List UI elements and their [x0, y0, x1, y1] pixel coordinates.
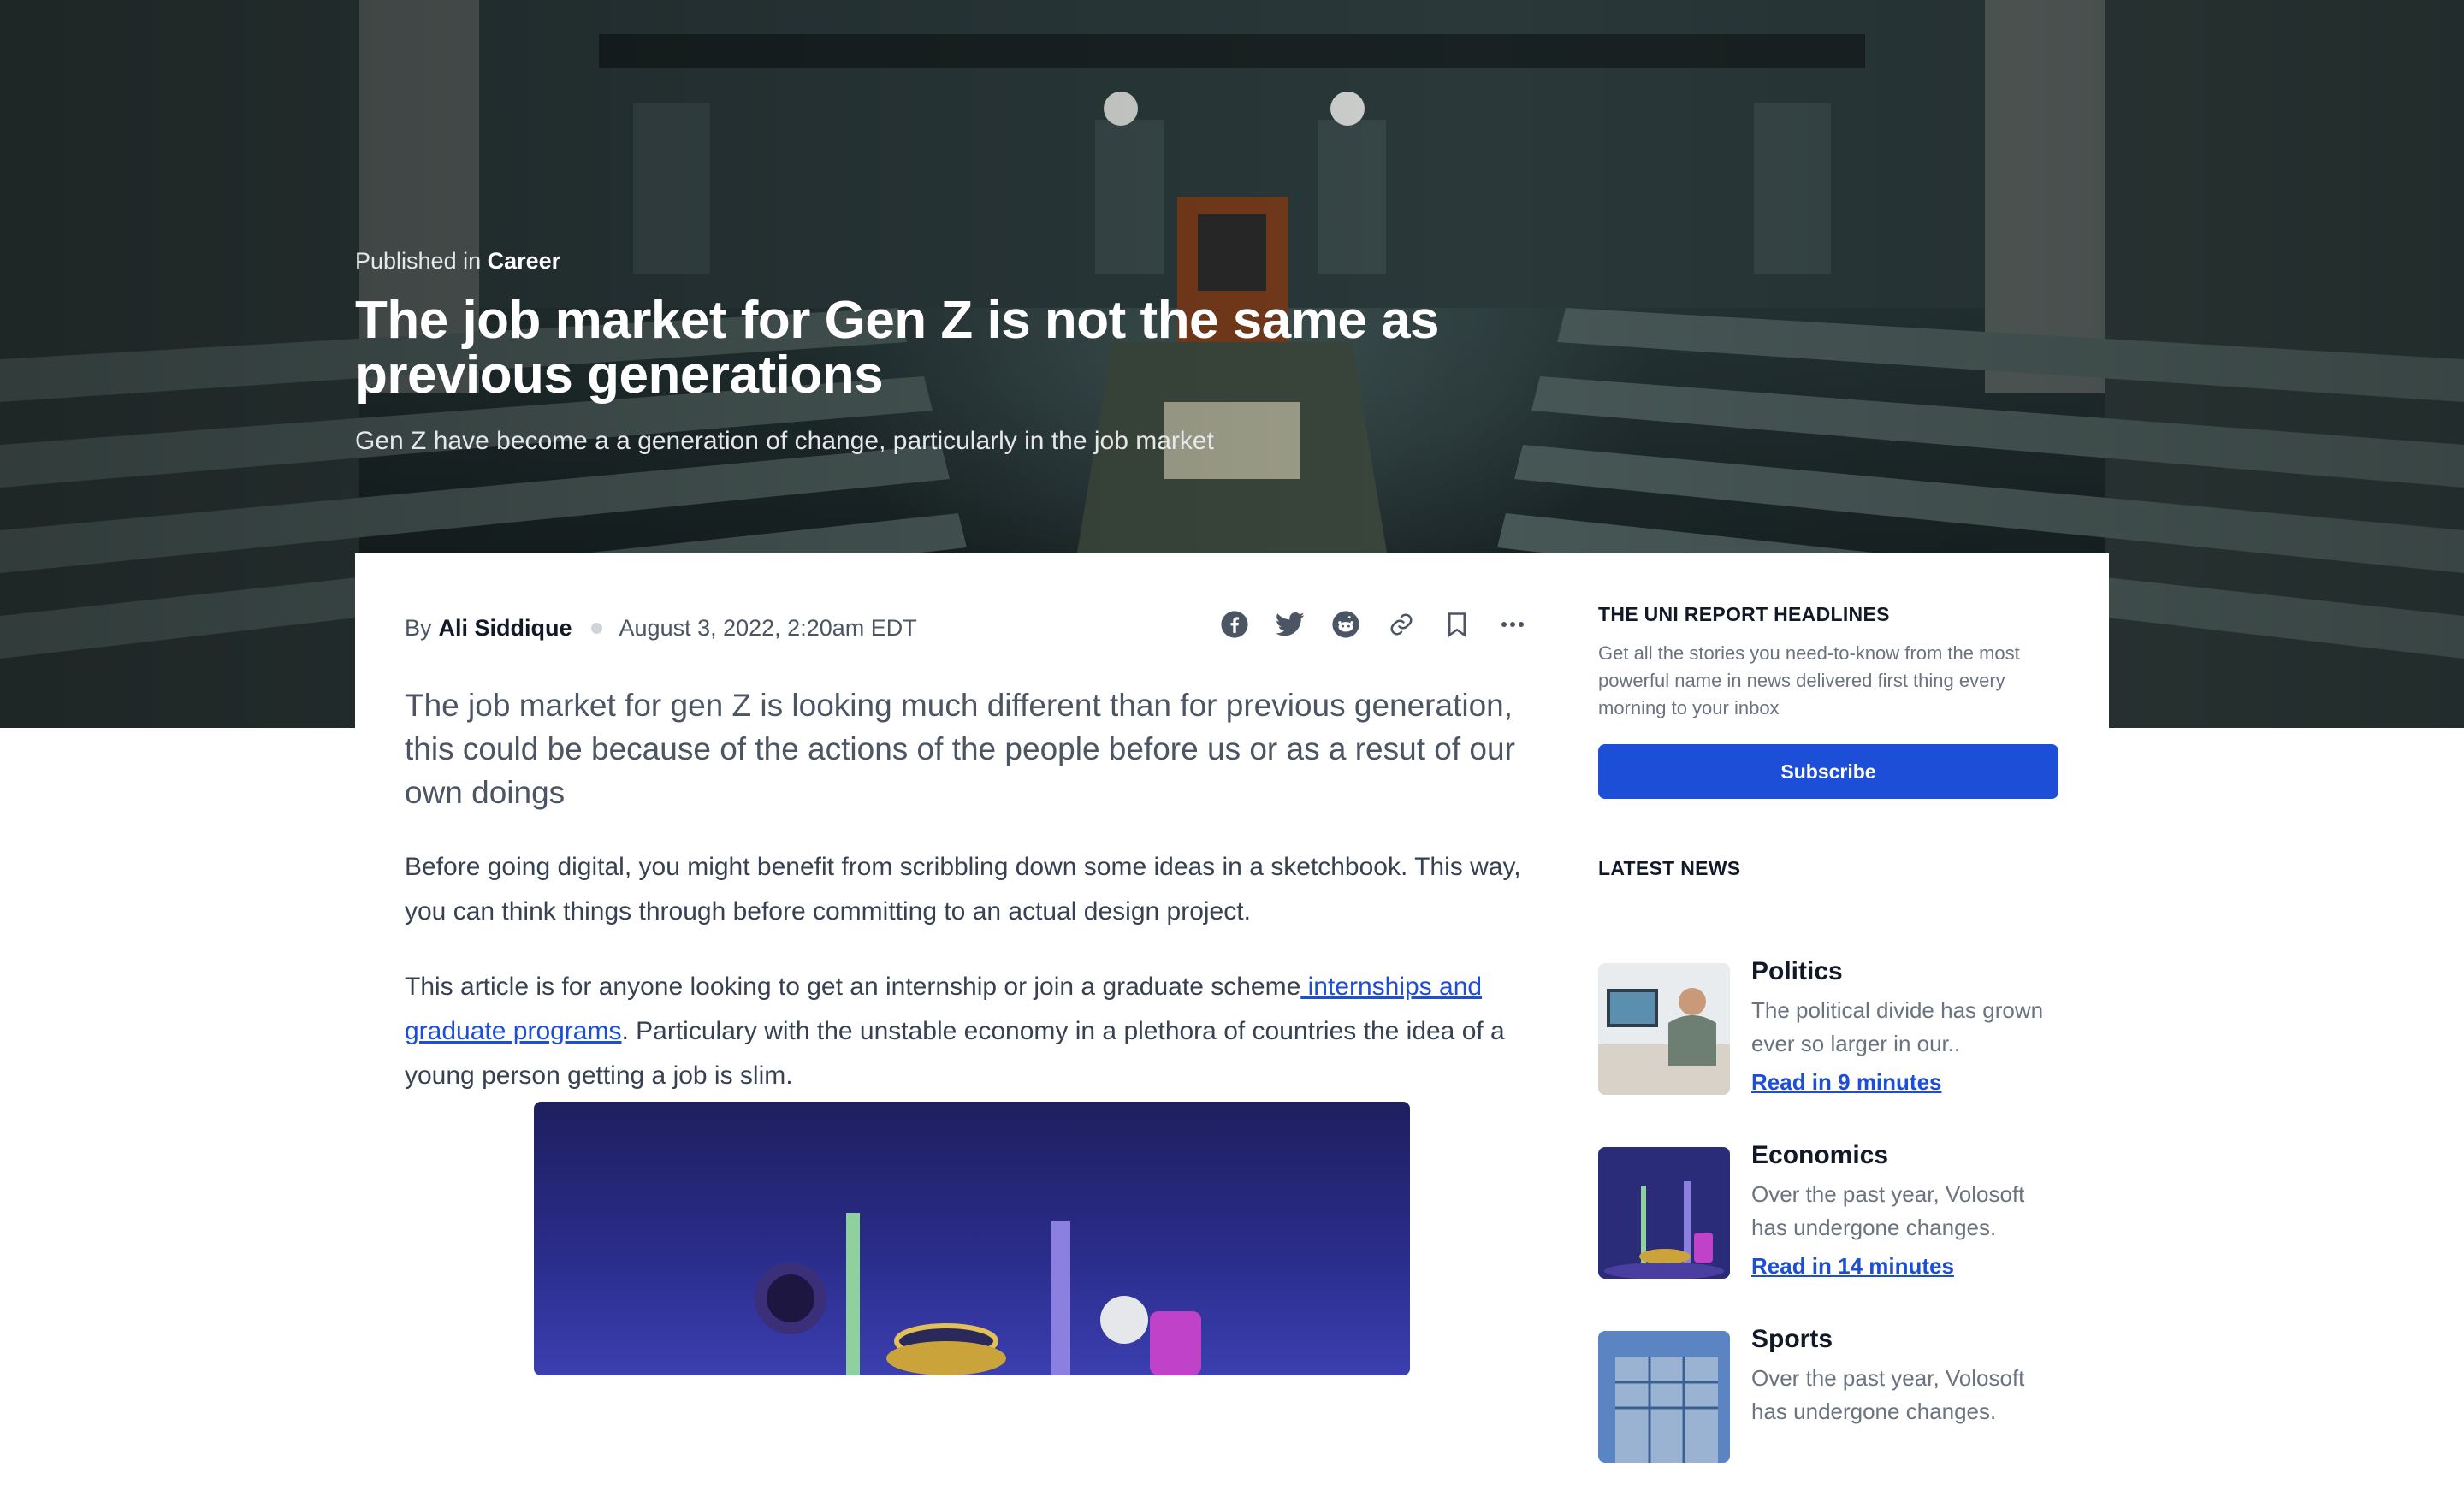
subscribe-button[interactable]: Subscribe	[1598, 744, 2058, 799]
article-title: The job market for Gen Z is not the same…	[355, 291, 1440, 405]
news-item-economics[interactable]: Economics Over the past year, Volosoft h…	[1598, 1141, 2058, 1318]
politics-thumbnail	[1598, 963, 1730, 1095]
twitter-icon[interactable]	[1275, 609, 1306, 640]
politics-text: Politics The political divide has grown …	[1751, 955, 2058, 1096]
published-in: Published in Career	[355, 248, 1467, 275]
article-paragraph-2: This article is for anyone looking to ge…	[405, 965, 1543, 1098]
economics-text: Economics Over the past year, Volosoft h…	[1751, 1138, 2058, 1280]
news-summary: Over the past year, Volosoft has undergo…	[1751, 1365, 2025, 1424]
latest-news-title: LATEST NEWS	[1598, 857, 1741, 879]
read-time-link[interactable]: Read in 14 minutes	[1751, 1253, 1954, 1280]
publish-date: August 3, 2022, 2:20am EDT	[619, 615, 917, 641]
separator-dot	[590, 623, 602, 634]
author-name[interactable]: Ali Siddique	[439, 615, 572, 642]
hero-text: Published in Career The job market for G…	[355, 248, 1467, 456]
category-link[interactable]: Career	[488, 248, 561, 274]
article-subtitle: Gen Z have become a a generation of chan…	[355, 427, 1214, 455]
sports-thumbnail	[1598, 1331, 1730, 1463]
reddit-icon[interactable]	[1330, 609, 1361, 640]
byline: By Ali Siddique August 3, 2022, 2:20am E…	[405, 615, 917, 642]
headlines-description: Get all the stories you need-to-know fro…	[1598, 642, 2020, 718]
article-body: The job market for gen Z is looking much…	[405, 683, 1543, 1098]
more-icon[interactable]	[1497, 609, 1528, 640]
news-item-sports[interactable]: Sports Over the past year, Volosoft has …	[1598, 1325, 2058, 1502]
news-item-politics[interactable]: Politics The political divide has grown …	[1598, 957, 2058, 1134]
by-label: By	[405, 615, 432, 641]
bookmark-icon[interactable]	[1442, 609, 1472, 640]
news-category[interactable]: Sports	[1751, 1322, 2058, 1357]
news-category[interactable]: Economics	[1751, 1138, 2058, 1173]
headlines-title: THE UNI REPORT HEADLINES	[1598, 603, 1890, 625]
read-time-link[interactable]: Read in 9 minutes	[1751, 1069, 1942, 1096]
news-summary: The political divide has grown ever so l…	[1751, 997, 2044, 1056]
article-paragraph-1: Before going digital, you might benefit …	[405, 853, 1521, 925]
link-icon[interactable]	[1386, 609, 1417, 640]
article-illustration	[534, 1102, 1410, 1375]
published-prefix: Published in	[355, 248, 482, 274]
news-summary: Over the past year, Volosoft has undergo…	[1751, 1181, 2025, 1240]
article-lead: The job market for gen Z is looking much…	[405, 688, 1515, 810]
sidebar: THE UNI REPORT HEADLINES Get all the sto…	[1598, 603, 2058, 1463]
news-category[interactable]: Politics	[1751, 955, 2058, 989]
share-toolbar	[1219, 609, 1528, 640]
sports-text: Sports Over the past year, Volosoft has …	[1751, 1322, 2058, 1428]
economics-thumbnail	[1598, 1147, 1730, 1279]
paragraph-2-text-before: This article is for anyone looking to ge…	[405, 973, 1301, 1001]
facebook-icon[interactable]	[1219, 609, 1250, 640]
article-card: By Ali Siddique August 3, 2022, 2:20am E…	[355, 553, 2109, 1463]
